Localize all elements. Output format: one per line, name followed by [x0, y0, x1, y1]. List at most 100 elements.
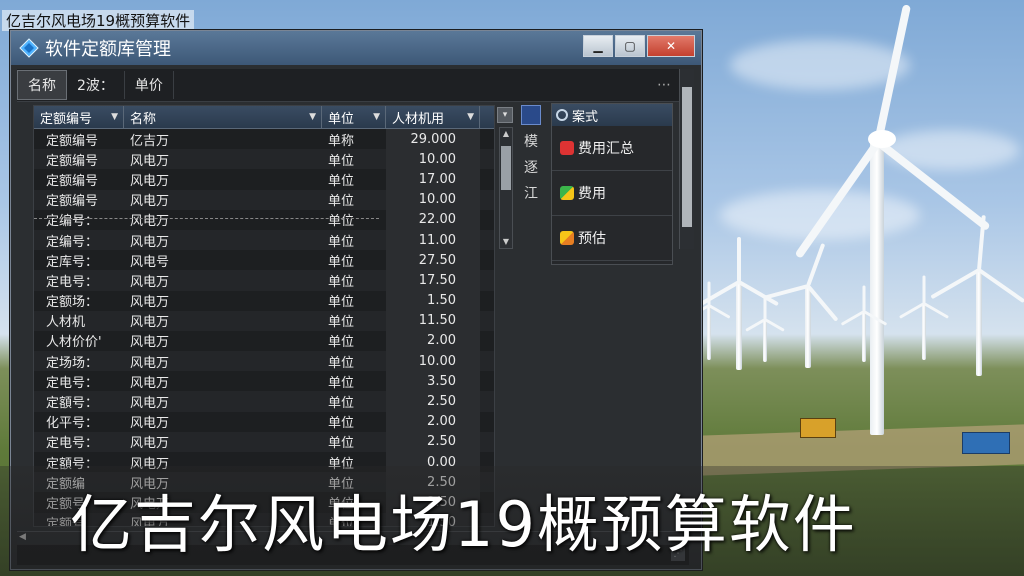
window-title: 软件定额库管理: [45, 39, 171, 60]
maximize-button[interactable]: ▢: [615, 35, 645, 57]
cell-unit: 单位: [328, 355, 355, 371]
cell-quota-id: 定场场：: [46, 355, 99, 371]
table-scrollbar[interactable]: ▲ ▼: [499, 127, 513, 249]
cell-quota-id: 定库号：: [46, 254, 99, 270]
cell-unit: 单位: [328, 254, 355, 270]
cell-name: 风电万: [130, 436, 170, 452]
table-row[interactable]: 人材价价' 风电万 单位 2.00: [34, 330, 494, 352]
cell-quota-id: 定编号：: [46, 214, 99, 230]
cell-quota-id: 定額号：: [46, 396, 99, 412]
app-logo-icon: [19, 38, 39, 58]
cell-quota-id: 定额编号: [46, 133, 99, 149]
cloud: [720, 190, 920, 240]
dropdown-arrow-icon[interactable]: ▼: [309, 112, 316, 122]
cell-unit: 单位: [328, 214, 355, 230]
scheme-panel-header: 案式: [552, 104, 672, 126]
cell-name: 风电万: [130, 274, 170, 290]
cell-material-cost: 10.00: [386, 189, 480, 210]
cell-quota-id: 定编号：: [46, 234, 99, 250]
cell-material-cost: 2.00: [386, 411, 480, 432]
table-row[interactable]: 定编号： 风电万 单位 22.00: [34, 209, 494, 230]
window-scrollbar[interactable]: [679, 69, 694, 249]
table-row[interactable]: 定电号： 风电万 单位 3.50: [34, 371, 494, 392]
scroll-up-icon[interactable]: ▲: [500, 128, 512, 140]
dropdown-arrow-icon[interactable]: ▼: [373, 112, 380, 122]
cell-material-cost: 22.00: [386, 209, 480, 230]
side-tool-step[interactable]: 逐: [524, 157, 538, 177]
cell-material-cost: 27.50: [386, 250, 480, 271]
column-header-name[interactable]: 名称 ▼: [124, 106, 322, 128]
table-row[interactable]: 定额编号 亿吉万 单称 29.000: [34, 129, 494, 150]
column-header-material-cost[interactable]: 人材机用 ▼: [386, 106, 480, 128]
side-tool-template[interactable]: 模: [524, 131, 538, 151]
minimize-button[interactable]: ▁: [583, 35, 613, 57]
table-row[interactable]: 定额编号 风电万 单位 10.00: [34, 189, 494, 210]
fee-item[interactable]: 费用: [552, 171, 672, 216]
table-row[interactable]: 定编号： 风电万 单位 11.00: [34, 229, 494, 251]
edit-icon[interactable]: [521, 105, 541, 125]
cell-name: 风电万: [130, 173, 170, 189]
truck: [962, 432, 1010, 454]
cell-material-cost: 2.00: [386, 330, 480, 352]
tab-name[interactable]: 名称: [17, 70, 67, 100]
cell-unit: 单位: [328, 153, 355, 169]
dropdown-arrow-icon[interactable]: ▼: [467, 112, 474, 122]
tab-unit-price[interactable]: 单价: [125, 71, 174, 99]
column-chooser-button[interactable]: ▾: [497, 107, 513, 123]
table-header: 定额编号 ▼ 名称 ▼ 单位 ▼ 人材机用 ▼: [34, 106, 494, 129]
cell-quota-id: 定电号：: [46, 274, 99, 290]
column-header-quota-id[interactable]: 定额编号 ▼: [34, 106, 124, 128]
cell-name: 风电万: [130, 194, 170, 210]
banner-title: 亿吉尔风电场19概预算软件: [70, 488, 857, 561]
cell-name: 风电万: [130, 153, 170, 169]
cell-material-cost: 1.50: [386, 290, 480, 311]
cell-name: 风电号: [130, 254, 170, 270]
table-row[interactable]: 定额编号 风电万 单位 10.00: [34, 149, 494, 170]
cell-material-cost: 29.000: [386, 129, 480, 150]
scroll-down-icon[interactable]: ▼: [500, 236, 512, 248]
summary-icon: [560, 141, 574, 155]
table-row[interactable]: 定額号： 风电万 单位 2.50: [34, 391, 494, 412]
cell-quota-id: 人材机: [46, 315, 86, 331]
cell-unit: 单位: [328, 315, 355, 331]
cell-material-cost: 3.50: [386, 371, 480, 392]
table-row[interactable]: 定场场： 风电万 单位 10.00: [34, 351, 494, 372]
cell-material-cost: 10.00: [386, 351, 480, 372]
title-bar[interactable]: 软件定额库管理 ▁ ▢ ✕: [11, 31, 701, 65]
side-tool-river[interactable]: 江: [524, 183, 538, 203]
cell-unit: 单位: [328, 416, 355, 432]
column-header-unit[interactable]: 单位 ▼: [322, 106, 386, 128]
window-controls: ▁ ▢ ✕: [583, 35, 695, 57]
close-button[interactable]: ✕: [647, 35, 695, 57]
settings-icon: [556, 109, 568, 121]
table-row[interactable]: 人材机 风电万 单位 11.50: [34, 310, 494, 331]
cell-name: 风电万: [130, 416, 170, 432]
scroll-thumb[interactable]: [501, 146, 511, 190]
side-toolbar: 模 逐 江: [517, 105, 545, 225]
row-separator: [34, 218, 379, 219]
cell-quota-id: 定电号：: [46, 375, 99, 391]
estimate-item[interactable]: 预估: [552, 216, 672, 261]
cell-quota-id: 定额编号: [46, 194, 99, 210]
dropdown-arrow-icon[interactable]: ▼: [111, 112, 118, 122]
fee-summary-item[interactable]: 费用汇总: [552, 126, 672, 171]
table-row[interactable]: 定库号： 风电号 单位 27.50: [34, 250, 494, 271]
cloud: [730, 40, 910, 90]
table-row[interactable]: 化平号： 风电万 单位 2.00: [34, 411, 494, 432]
table-row[interactable]: 定额编号 风电万 单位 17.00: [34, 169, 494, 190]
cell-unit: 单位: [328, 396, 355, 412]
cell-quota-id: 化平号：: [46, 416, 99, 432]
cell-material-cost: 17.00: [386, 169, 480, 190]
tab-wave[interactable]: 2波：: [67, 71, 125, 99]
quota-table: 定额编号 ▼ 名称 ▼ 单位 ▼ 人材机用 ▼ 定额编号 亿吉万 单称 29.000 定额编号风…: [33, 105, 495, 527]
more-icon[interactable]: ⋯: [657, 77, 671, 93]
table-row[interactable]: 定电号： 风电万 单位 2.50: [34, 431, 494, 452]
cell-material-cost: 2.50: [386, 431, 480, 452]
cell-name: 风电万: [130, 396, 170, 412]
window-scroll-thumb[interactable]: [682, 87, 692, 227]
cell-name: 风电万: [130, 335, 170, 351]
money-icon: [560, 186, 574, 200]
table-row[interactable]: 定电号： 风电万 单位 17.50: [34, 270, 494, 291]
cell-material-cost: 11.50: [386, 310, 480, 331]
table-row[interactable]: 定额场： 风电万 单位 1.50: [34, 290, 494, 311]
